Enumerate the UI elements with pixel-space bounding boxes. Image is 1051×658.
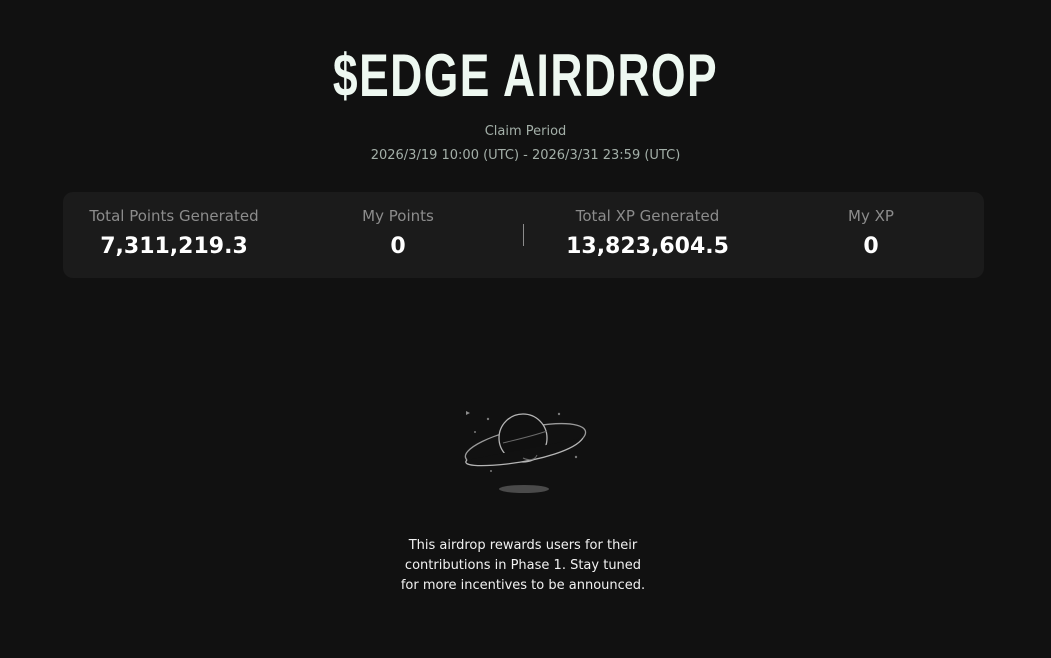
stat-value: 0 (390, 234, 406, 259)
claim-period-range: 2026/3/19 10:00 (UTC) - 2026/3/31 23:59 … (370, 148, 681, 163)
planet-icon (455, 400, 595, 500)
stat-label: My Points (362, 207, 434, 225)
claim-period-label: Claim Period (484, 124, 567, 139)
stat-my-xp: My XP 0 (773, 192, 969, 278)
airdrop-page: $EDGE AIRDROP Claim Period 2026/3/19 10:… (0, 0, 1051, 658)
empty-state-message: This airdrop rewards users for their con… (400, 538, 646, 593)
stats-card: Total Points Generated 7,311,219.3 My Po… (63, 192, 984, 278)
stat-value: 0 (863, 234, 879, 259)
stat-value: 13,823,604.5 (566, 234, 729, 259)
stat-my-points: My Points 0 (299, 192, 497, 278)
page-title: $EDGE AIRDROP (332, 42, 719, 109)
stat-label: Total XP Generated (575, 207, 720, 225)
stat-total-points: Total Points Generated 7,311,219.3 (63, 192, 285, 278)
stat-value: 7,311,219.3 (100, 234, 248, 259)
stat-label: Total Points Generated (89, 207, 259, 225)
stat-total-xp: Total XP Generated 13,823,604.5 (549, 192, 746, 278)
stats-divider (523, 224, 524, 246)
stat-label: My XP (848, 207, 894, 225)
